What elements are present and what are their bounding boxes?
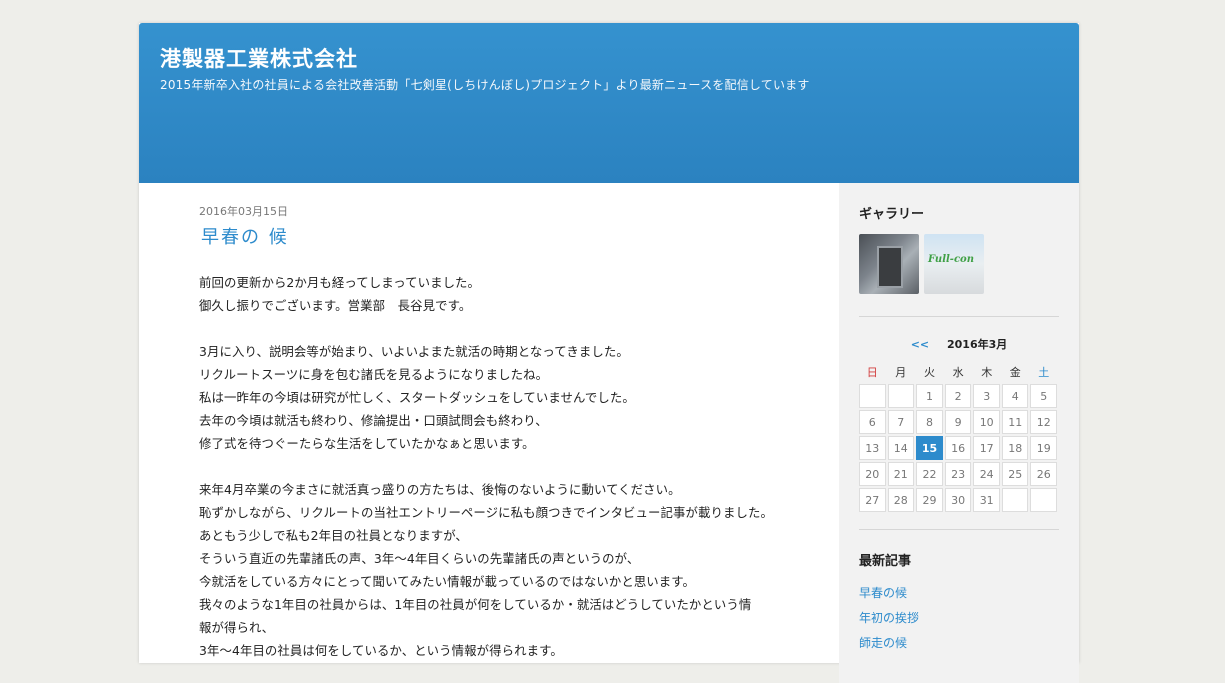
calendar-header: << 2016年3月 [859, 336, 1059, 352]
recent-posts-title: 最新記事 [859, 554, 912, 569]
calendar-day: 10 [973, 410, 1000, 434]
calendar-weekday: 金 [1009, 366, 1021, 379]
calendar-day: 25 [1001, 462, 1029, 486]
calendar-day: 8 [916, 410, 943, 434]
post-body: 前回の更新から2か月も経ってしまっていました。 御久し振りでございます。営業部 長… [199, 271, 779, 662]
recent-post-link[interactable]: 師走の候 [859, 631, 1059, 656]
post-line: そういう直近の先輩諸氏の声、3年～4年目くらいの先輩諸氏の声というのが、 [199, 551, 640, 566]
calendar-week: 6 7 8 9 10 11 12 [859, 410, 1057, 434]
calendar-weekday: 木 [981, 366, 993, 379]
post-line: 前回の更新から2か月も経ってしまっていました。 [199, 275, 481, 290]
calendar-day: 29 [916, 488, 943, 512]
calendar-day: 22 [916, 462, 943, 486]
calendar-weekday: 土 [1038, 366, 1050, 379]
recent-posts-list: 早春の候 年初の挨拶 師走の候 [859, 581, 1059, 656]
sidebar: ギャラリー Full-con << 2016年3月 日月火水木金土 123456… [839, 183, 1079, 683]
calendar-day: 7 [887, 410, 915, 434]
calendar-empty-cell [887, 384, 915, 408]
calendar-day: 6 [859, 410, 886, 434]
calendar-day: 2 [944, 384, 972, 408]
recent-post-link[interactable]: 年初の挨拶 [859, 606, 1059, 631]
post-line: 来年4月卒業の今まさに就活真っ盛りの方たちは、後悔のないように動いてください。 [199, 482, 681, 497]
calendar-day: 19 [1030, 436, 1057, 460]
calendar-day: 1 [916, 384, 943, 408]
calendar-day: 21 [887, 462, 915, 486]
post-line: 修了式を待つぐーたらな生活をしていたかなぁと思います。 [199, 436, 535, 451]
post-line: 私は一昨年の今頃は研究が忙しく、スタートダッシュをしていませんでした。 [199, 390, 635, 405]
calendar-day: 17 [973, 436, 1000, 460]
post-line: 3年～4年目の社員は何をしているか、という情報が得られます。 [199, 643, 563, 658]
calendar-table: 日月火水木金土 1 2 3 4 5 6 7 8 9 10 11 12 13 14 15 16 17 18 19 20 2… [857, 360, 1059, 514]
calendar-week: 13 14 15 16 17 18 19 [859, 436, 1057, 460]
gallery-thumbnails: Full-con [859, 234, 1059, 294]
calendar-day: 5 [1030, 384, 1057, 408]
calendar-day: 26 [1030, 462, 1057, 486]
calendar-day: 13 [859, 436, 886, 460]
calendar-empty-cell [1030, 488, 1057, 512]
calendar-day: 27 [859, 488, 886, 512]
sidebar-divider [859, 316, 1059, 317]
calendar-day: 30 [944, 488, 972, 512]
calendar-week: 12345 [859, 384, 1057, 408]
calendar-week: 20 21 22 23 24 25 26 [859, 462, 1057, 486]
gallery-thumbnail-1[interactable] [859, 234, 919, 294]
calendar-prev-link[interactable]: << [911, 338, 929, 351]
page-container: 港製器工業株式会社 2015年新卒入社の社員による会社改善活動「七剣星(しちけん… [139, 23, 1079, 683]
thumbnail-container-text: Full-con [928, 254, 974, 265]
calendar-day: 4 [1001, 384, 1029, 408]
post-line: あともう少しで私も2年目の社員となりますが、 [199, 528, 468, 543]
calendar-day: 31 [973, 488, 1000, 512]
calendar-day: 24 [973, 462, 1000, 486]
post-line: 我々のような1年目の社員からは、1年目の社員が何をしているか・就活はどうしていた… [199, 597, 752, 612]
post-line: 今就活をしている方々にとって聞いてみたい情報が載っているのではないかと思います。 [199, 574, 696, 589]
calendar-week: 27 28 29 30 31 [859, 488, 1057, 512]
recent-posts-widget: 最新記事 早春の候 年初の挨拶 師走の候 [859, 550, 1059, 656]
main-content: 2016年03月15日 早春の 候 前回の更新から2か月も経ってしまっていました… [199, 203, 779, 662]
calendar-day: 28 [887, 488, 915, 512]
calendar-empty-cell [859, 384, 886, 408]
post-title[interactable]: 早春の 候 [201, 223, 779, 249]
calendar-day: 16 [944, 436, 972, 460]
calendar-day[interactable]: 15 [916, 436, 943, 460]
gallery-title: ギャラリー [859, 207, 925, 222]
calendar-day: 20 [859, 462, 886, 486]
calendar-widget: << 2016年3月 日月火水木金土 1 2 3 4 5 6 7 8 9 10 11 12 13 14 15… [859, 336, 1059, 514]
calendar-weekday: 水 [952, 366, 964, 379]
gallery-widget: ギャラリー Full-con [859, 203, 1059, 294]
calendar-day: 11 [1001, 410, 1029, 434]
post-line: 去年の今頃は就活も終わり、修論提出・口頭試問会も終わり、 [199, 413, 548, 428]
calendar-weekday: 日 [866, 366, 878, 379]
post-line: 報が得られ、 [199, 620, 275, 635]
calendar-weekday: 月 [895, 366, 907, 379]
sidebar-divider [859, 529, 1059, 530]
calendar-day: 3 [973, 384, 1000, 408]
calendar-day: 9 [944, 410, 972, 434]
blog-header: 港製器工業株式会社 2015年新卒入社の社員による会社改善活動「七剣星(しちけん… [139, 23, 1079, 183]
calendar-month-label: 2016年3月 [947, 338, 1008, 351]
calendar-empty-cell [1001, 488, 1029, 512]
calendar-day: 14 [887, 436, 915, 460]
calendar-day: 18 [1001, 436, 1029, 460]
gallery-thumbnail-2[interactable]: Full-con [924, 234, 984, 294]
post-line: 御久し振りでございます。営業部 長谷見です。 [199, 298, 472, 313]
post-line: リクルートスーツに身を包む諸氏を見るようになりましたね。 [199, 367, 549, 382]
blog-description: 2015年新卒入社の社員による会社改善活動「七剣星(しちけんぼし)プロジェクト」… [160, 78, 810, 92]
calendar-day: 12 [1030, 410, 1057, 434]
calendar-weekday: 火 [923, 366, 935, 379]
blog-title[interactable]: 港製器工業株式会社 [160, 43, 358, 73]
post-date: 2016年03月15日 [199, 205, 288, 218]
post-line: 3月に入り、説明会等が始まり、いよいよまた就活の時期となってきました。 [199, 344, 629, 359]
recent-post-link[interactable]: 早春の候 [859, 581, 1059, 606]
calendar-day: 23 [944, 462, 972, 486]
post-line: 恥ずかしながら、リクルートの当社エントリーページに私も顔つきでインタビュー記事が… [199, 505, 773, 520]
